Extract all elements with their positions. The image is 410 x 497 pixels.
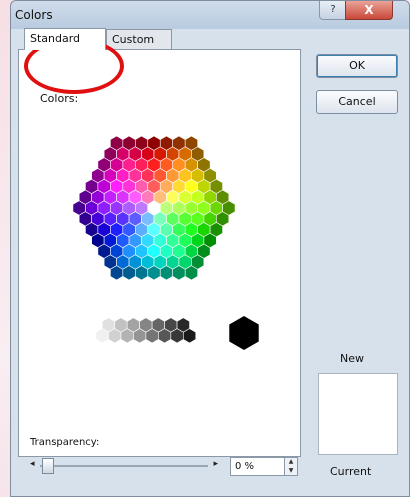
- transparency-label: Transparency:: [30, 437, 100, 448]
- spin-up-icon[interactable]: ▲: [285, 458, 297, 466]
- colors-label: Colors:: [40, 92, 79, 105]
- help-icon: ?: [330, 4, 336, 15]
- cancel-button[interactable]: Cancel: [316, 90, 398, 114]
- transparency-spinner[interactable]: ▲ ▼: [284, 457, 298, 476]
- slider-thumb[interactable]: [42, 458, 54, 474]
- tab-standard[interactable]: Standard: [24, 28, 106, 50]
- slider-track[interactable]: [40, 465, 208, 467]
- close-button[interactable]: X: [345, 1, 393, 20]
- tab-custom[interactable]: Custom: [106, 29, 172, 49]
- dialog-title: Colors: [15, 8, 53, 22]
- spin-down-icon[interactable]: ▼: [285, 467, 297, 475]
- close-icon: X: [364, 3, 374, 17]
- transparency-input[interactable]: 0 %: [230, 457, 286, 476]
- title-bar[interactable]: Colors ? X: [11, 1, 409, 29]
- black-swatch[interactable]: [229, 316, 259, 350]
- color-preview: [318, 373, 398, 455]
- slider-left-arrow-icon[interactable]: ◂: [30, 459, 35, 469]
- transparency-slider[interactable]: ◂ ▸: [30, 458, 218, 474]
- ok-button[interactable]: OK: [316, 54, 398, 78]
- new-color-label: New: [340, 352, 364, 365]
- ok-button-label: OK: [349, 59, 365, 72]
- cancel-button-label: Cancel: [338, 95, 376, 108]
- tab-standard-label: Standard: [30, 32, 81, 45]
- color-hexagon-grid[interactable]: [44, 112, 264, 308]
- tab-custom-label: Custom: [112, 33, 155, 46]
- current-color-label: Current: [330, 465, 372, 478]
- slider-right-arrow-icon[interactable]: ▸: [213, 459, 218, 469]
- grayscale-swatches[interactable]: [84, 316, 264, 356]
- help-button[interactable]: ?: [319, 1, 347, 20]
